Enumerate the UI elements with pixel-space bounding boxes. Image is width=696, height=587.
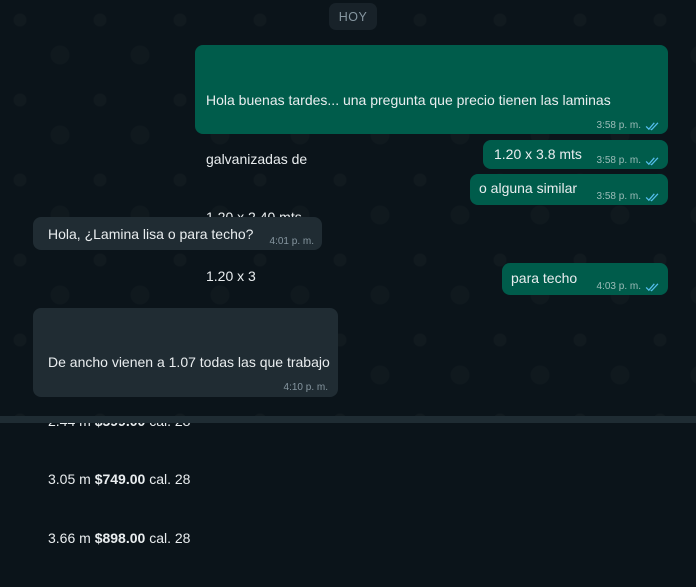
price-gauge: cal. 28: [149, 471, 191, 487]
incoming-message[interactable]: Hola, ¿Lamina lisa o para techo? 4:01 p.…: [33, 217, 322, 250]
price-line: 3.05 m $749.00 cal. 28: [48, 470, 330, 490]
incoming-message[interactable]: De ancho vienen a 1.07 todas las que tra…: [33, 308, 338, 546]
message-time: 4:03 p. m.: [596, 281, 641, 292]
message-time: 3:58 p. m.: [596, 120, 641, 131]
message-line: De ancho vienen a 1.07 todas las que tra…: [48, 354, 330, 370]
outgoing-message[interactable]: para techo 4:03 p. m.: [502, 263, 668, 295]
date-divider: HOY: [329, 3, 377, 30]
message-time: 3:58 p. m.: [596, 191, 641, 202]
double-check-icon: [645, 121, 659, 130]
composer-edge: [0, 416, 696, 423]
double-check-icon: [645, 192, 659, 201]
outgoing-message[interactable]: o alguna similar 3:58 p. m.: [470, 174, 668, 205]
double-check-icon: [645, 282, 659, 291]
price-gauge: cal. 28: [149, 529, 191, 546]
price-line: 3.66 m $898.00 cal. 28: [48, 529, 330, 549]
price-length: 3.66 m: [48, 529, 91, 546]
message-text: o alguna similar: [479, 180, 578, 196]
price-amount: $749.00: [94, 471, 146, 487]
outgoing-message[interactable]: Hola buenas tardes... una pregunta que p…: [195, 45, 668, 284]
message-time: 4:01 p. m.: [269, 236, 314, 247]
message-line: Hola buenas tardes... una pregunta que p…: [206, 92, 611, 108]
double-check-icon: [645, 156, 659, 165]
message-time: 3:58 p. m.: [596, 155, 641, 166]
message-text: para techo: [511, 270, 578, 286]
message-time: 4:10 p. m.: [283, 382, 328, 393]
price-length: 3.05 m: [48, 471, 91, 487]
message-text: 1.20 x 3.8 mts: [494, 146, 582, 162]
message-text: Hola, ¿Lamina lisa o para techo?: [48, 226, 254, 242]
price-amount: $898.00: [94, 529, 146, 546]
outgoing-message[interactable]: 1.20 x 3.8 mts 3:58 p. m.: [483, 140, 668, 169]
